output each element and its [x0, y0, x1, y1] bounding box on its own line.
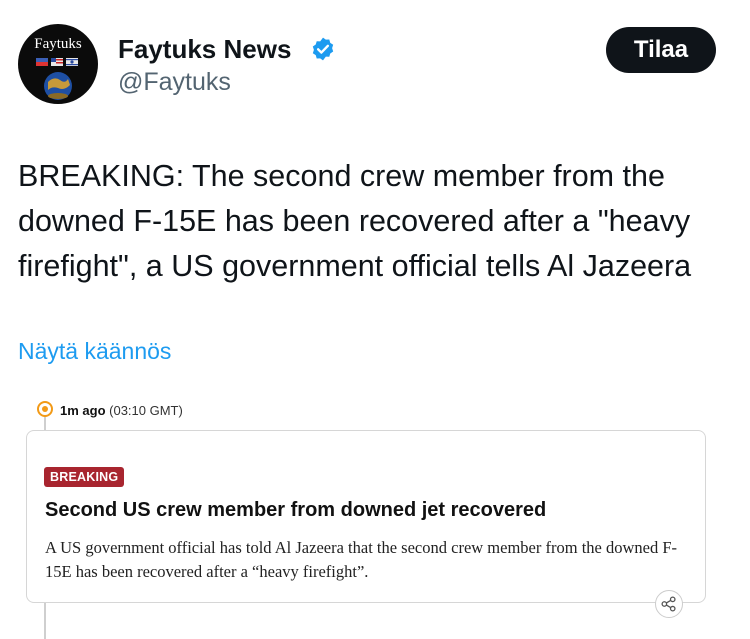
live-indicator-icon [37, 401, 53, 417]
author-handle[interactable]: @Faytuks [118, 68, 231, 97]
article-body: A US government official has told Al Jaz… [45, 538, 678, 581]
breaking-badge: BREAKING [44, 467, 125, 487]
article-timestamp: 1m ago (03:10 GMT) [60, 403, 183, 418]
show-translation-link[interactable]: Näytä käännös [18, 338, 171, 365]
time-ago: 1m ago [60, 403, 106, 418]
author-name[interactable]: Faytuks News [118, 34, 291, 65]
verified-badge-icon [312, 37, 334, 61]
tweet-text: BREAKING: The second crew member from th… [18, 159, 692, 283]
embedded-article-card[interactable]: BREAKING Second US crew member from down… [26, 430, 706, 618]
article-headline: Second US crew member from downed jet re… [45, 499, 547, 521]
avatar-graphic [36, 58, 78, 100]
avatar[interactable]: Faytuks [18, 24, 98, 104]
share-icon[interactable] [655, 590, 683, 618]
tweet-view: Faytuks Faytuks News @Faytuks Tilaa BREA… [0, 0, 750, 639]
time-gmt: (03:10 GMT) [109, 403, 183, 418]
subscribe-button[interactable]: Tilaa [606, 27, 716, 73]
